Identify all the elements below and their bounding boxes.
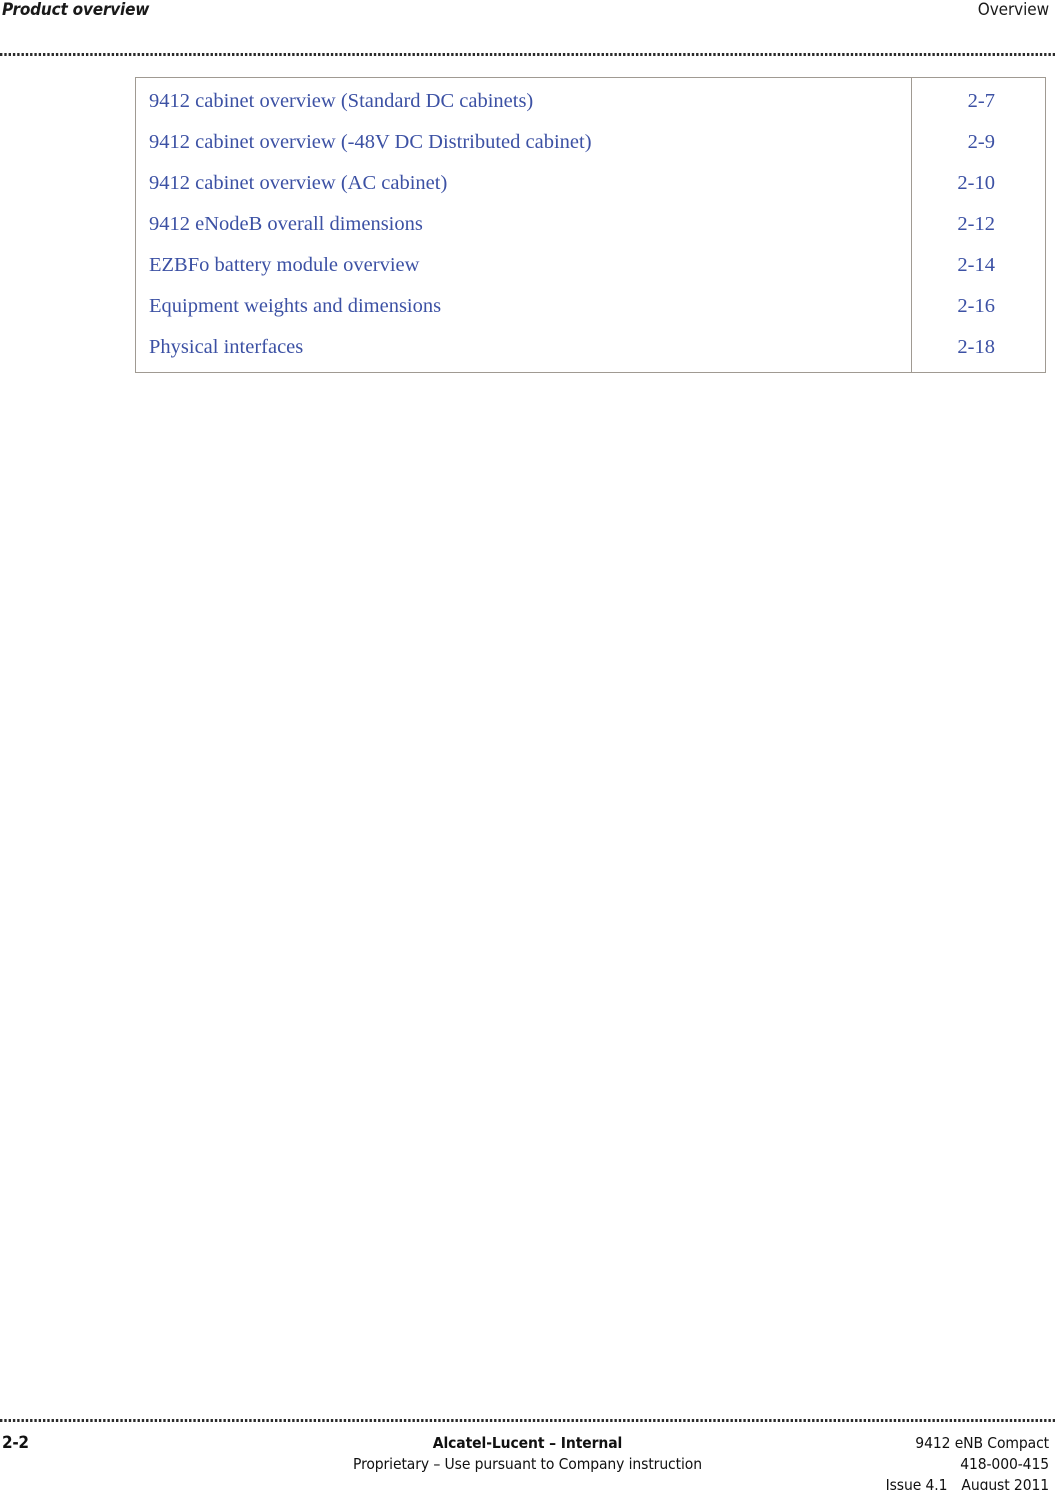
toc-entry-title[interactable]: 9412 cabinet overview (-48V DC Distribut… xyxy=(136,122,912,163)
footer-dotted-divider xyxy=(0,1419,1055,1423)
toc-entry-page[interactable]: 2-7 xyxy=(912,78,1046,122)
table-row[interactable]: Physical interfaces 2-18 xyxy=(136,327,1045,372)
footer-issue: Issue 4.1 xyxy=(885,1476,948,1490)
toc-entry-page[interactable]: 2-18 xyxy=(912,327,1046,372)
toc-entry-title[interactable]: Equipment weights and dimensions xyxy=(136,286,912,327)
chapter-contents-table: 9412 cabinet overview (Standard DC cabin… xyxy=(135,77,1046,373)
toc-entry-page[interactable]: 2-10 xyxy=(912,163,1046,204)
table-row[interactable]: 9412 cabinet overview (-48V DC Distribut… xyxy=(136,122,1045,163)
table-row[interactable]: 9412 cabinet overview (Standard DC cabin… xyxy=(136,78,1045,122)
footer-product-name: 9412 eNB Compact xyxy=(915,1434,1049,1452)
running-header: Product overview Overview xyxy=(0,0,1055,26)
toc-entry-page[interactable]: 2-14 xyxy=(912,245,1046,286)
table-row[interactable]: Equipment weights and dimensions 2-16 xyxy=(136,286,1045,327)
toc-entry-title[interactable]: EZBFo battery module overview xyxy=(136,245,912,286)
toc-entry-title[interactable]: Physical interfaces xyxy=(136,327,912,372)
table-row[interactable]: 9412 cabinet overview (AC cabinet) 2-10 xyxy=(136,163,1045,204)
toc-entry-page[interactable]: 2-9 xyxy=(912,122,1046,163)
running-header-section-title: Overview xyxy=(977,0,1049,20)
footer-date: August 2011 xyxy=(961,1476,1049,1490)
toc-entry-title[interactable]: 9412 cabinet overview (AC cabinet) xyxy=(136,163,912,204)
table-row[interactable]: 9412 eNodeB overall dimensions 2-12 xyxy=(136,204,1045,245)
footer-issue-and-date: Issue 4.1 August 2011 xyxy=(886,1475,1049,1490)
toc-entry-page[interactable]: 2-16 xyxy=(912,286,1046,327)
document-page: Product overview Overview 9412 cabinet o… xyxy=(0,0,1055,1490)
chapter-contents-table-body: 9412 cabinet overview (Standard DC cabin… xyxy=(136,78,1045,372)
header-dotted-divider xyxy=(0,53,1055,57)
footer-document-number: 418-000-415 xyxy=(960,1455,1049,1473)
table-row[interactable]: EZBFo battery module overview 2-14 xyxy=(136,245,1045,286)
toc-entry-title[interactable]: 9412 eNodeB overall dimensions xyxy=(136,204,912,245)
toc-entry-title[interactable]: 9412 cabinet overview (Standard DC cabin… xyxy=(136,78,912,122)
footer-document-info: 9412 eNB Compact 418-000-415 Issue 4.1 Au… xyxy=(886,1433,1049,1490)
running-header-chapter-title: Product overview xyxy=(2,0,150,20)
toc-entry-page[interactable]: 2-12 xyxy=(912,204,1046,245)
page-footer: 2-2 Alcatel-Lucent – Internal Proprietar… xyxy=(0,1427,1055,1490)
